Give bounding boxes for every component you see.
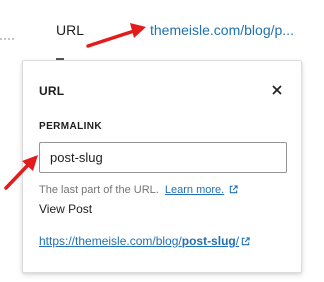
editor-sidebar: URL themeisle.com/blog/p... URL PERMALIN… — [0, 0, 324, 282]
post-url-slug: post-slug — [181, 234, 236, 248]
permalink-slug-input[interactable] — [39, 142, 287, 173]
permalink-help-text: The last part of the URL. Learn more. — [39, 184, 238, 196]
url-field-label: URL — [56, 22, 85, 38]
close-icon — [272, 85, 282, 95]
post-url-prefix: https://themeisle.com/blog/ — [39, 234, 182, 248]
red-arrow-annotation — [86, 23, 146, 48]
help-text: The last part of the URL. — [39, 184, 159, 196]
external-link-icon — [230, 185, 238, 194]
external-link-icon — [241, 237, 250, 246]
divider-dotted — [0, 38, 14, 40]
red-arrow-annotation — [4, 155, 38, 190]
view-post-label: View Post — [39, 202, 93, 216]
popover-title: URL — [39, 84, 65, 98]
close-button[interactable] — [267, 80, 287, 100]
permalink-label: PERMALINK — [39, 121, 103, 132]
url-popover: URL PERMALINK The last part of the URL. … — [22, 60, 302, 273]
url-field-link[interactable]: themeisle.com/blog/p... — [150, 22, 294, 38]
post-url-suffix: / — [235, 234, 240, 248]
learn-more-link[interactable]: Learn more. — [165, 184, 224, 196]
post-url-link[interactable]: https://themeisle.com/blog/post-slug/ — [39, 234, 250, 248]
